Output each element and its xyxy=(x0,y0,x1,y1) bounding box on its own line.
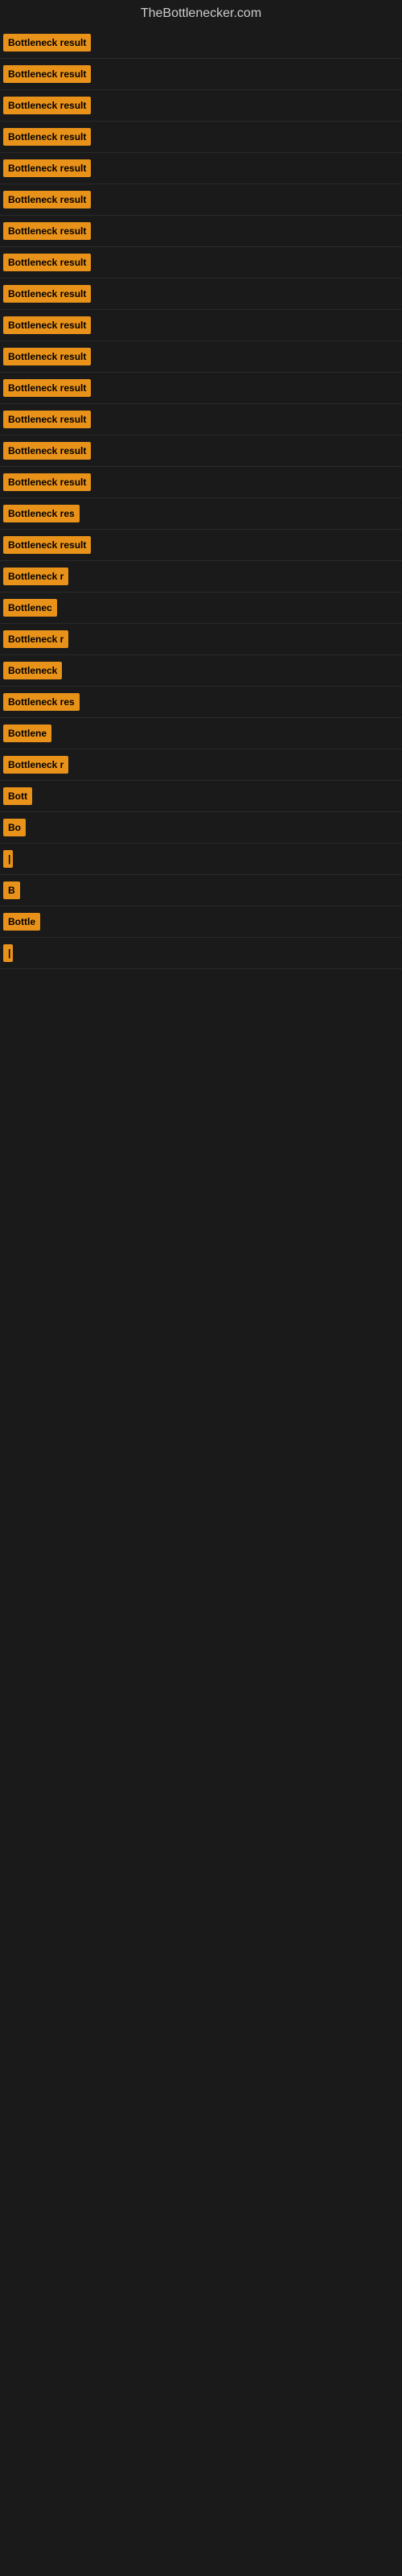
bottleneck-badge[interactable]: Bottleneck result xyxy=(3,285,91,303)
bottleneck-badge[interactable]: | xyxy=(3,850,13,868)
bottleneck-badge[interactable]: Bottleneck result xyxy=(3,536,91,554)
bottleneck-badge[interactable]: Bottleneck result xyxy=(3,473,91,491)
list-item: Bottleneck result xyxy=(0,122,402,153)
list-item: Bo xyxy=(0,812,402,844)
list-item: Bottle xyxy=(0,906,402,938)
list-item: Bottleneck r xyxy=(0,624,402,655)
list-item: | xyxy=(0,938,402,969)
bottleneck-badge[interactable]: Bottleneck result xyxy=(3,97,91,114)
list-item: Bottleneck result xyxy=(0,27,402,59)
bottleneck-badge[interactable]: Bottleneck result xyxy=(3,159,91,177)
bottleneck-badge[interactable]: Bottleneck res xyxy=(3,505,80,522)
list-item: Bottleneck result xyxy=(0,373,402,404)
list-item: Bottlene xyxy=(0,718,402,749)
list-item: Bottleneck xyxy=(0,655,402,687)
bottleneck-badge[interactable]: Bottleneck r xyxy=(3,568,68,585)
bottleneck-badge[interactable]: Bo xyxy=(3,819,26,836)
bottleneck-badge[interactable]: Bottleneck result xyxy=(3,254,91,271)
list-item: Bottleneck res xyxy=(0,498,402,530)
bottleneck-badge[interactable]: Bottleneck result xyxy=(3,34,91,52)
bottleneck-badge[interactable]: Bottlenec xyxy=(3,599,57,617)
bottleneck-badge[interactable]: Bottleneck res xyxy=(3,693,80,711)
bottleneck-badge[interactable]: Bottleneck r xyxy=(3,630,68,648)
bottleneck-badge[interactable]: Bottleneck r xyxy=(3,756,68,774)
bottleneck-badge[interactable]: Bottleneck result xyxy=(3,191,91,208)
bottleneck-badge[interactable]: | xyxy=(3,944,13,962)
list-item: Bottleneck result xyxy=(0,153,402,184)
list-item: Bottleneck result xyxy=(0,59,402,90)
list-item: Bottleneck result xyxy=(0,436,402,467)
site-title-text: TheBottlenecker.com xyxy=(141,6,261,20)
list-item: Bottleneck result xyxy=(0,310,402,341)
bottleneck-badge[interactable]: Bottleneck result xyxy=(3,442,91,460)
bottleneck-badge[interactable]: Bottleneck result xyxy=(3,128,91,146)
bottleneck-badge[interactable]: Bottleneck result xyxy=(3,348,91,365)
bottleneck-badge[interactable]: Bottlene xyxy=(3,724,51,742)
list-item: Bottleneck r xyxy=(0,749,402,781)
list-item: Bottleneck result xyxy=(0,467,402,498)
bottleneck-badge[interactable]: Bottleneck result xyxy=(3,316,91,334)
list-item: Bottleneck result xyxy=(0,216,402,247)
bottleneck-badge[interactable]: Bottleneck result xyxy=(3,222,91,240)
bottleneck-badge[interactable]: Bottleneck result xyxy=(3,411,91,428)
bottleneck-badge[interactable]: Bott xyxy=(3,787,32,805)
list-item: Bottleneck result xyxy=(0,404,402,436)
bottleneck-badge[interactable]: Bottleneck result xyxy=(3,65,91,83)
bottleneck-list: Bottleneck result Bottleneck result Bottle… xyxy=(0,27,402,969)
list-item: Bott xyxy=(0,781,402,812)
list-item: B xyxy=(0,875,402,906)
bottleneck-badge[interactable]: B xyxy=(3,881,20,899)
bottleneck-badge[interactable]: Bottle xyxy=(3,913,40,931)
list-item: | xyxy=(0,844,402,875)
list-item: Bottleneck r xyxy=(0,561,402,592)
list-item: Bottleneck result xyxy=(0,530,402,561)
list-item: Bottleneck res xyxy=(0,687,402,718)
list-item: Bottleneck result xyxy=(0,184,402,216)
list-item: Bottleneck result xyxy=(0,341,402,373)
list-item: Bottleneck result xyxy=(0,90,402,122)
bottleneck-badge[interactable]: Bottleneck result xyxy=(3,379,91,397)
bottleneck-badge[interactable]: Bottleneck xyxy=(3,662,62,679)
list-item: Bottleneck result xyxy=(0,247,402,279)
list-item: Bottlenec xyxy=(0,592,402,624)
list-item: Bottleneck result xyxy=(0,279,402,310)
site-title: TheBottlenecker.com xyxy=(0,0,402,27)
